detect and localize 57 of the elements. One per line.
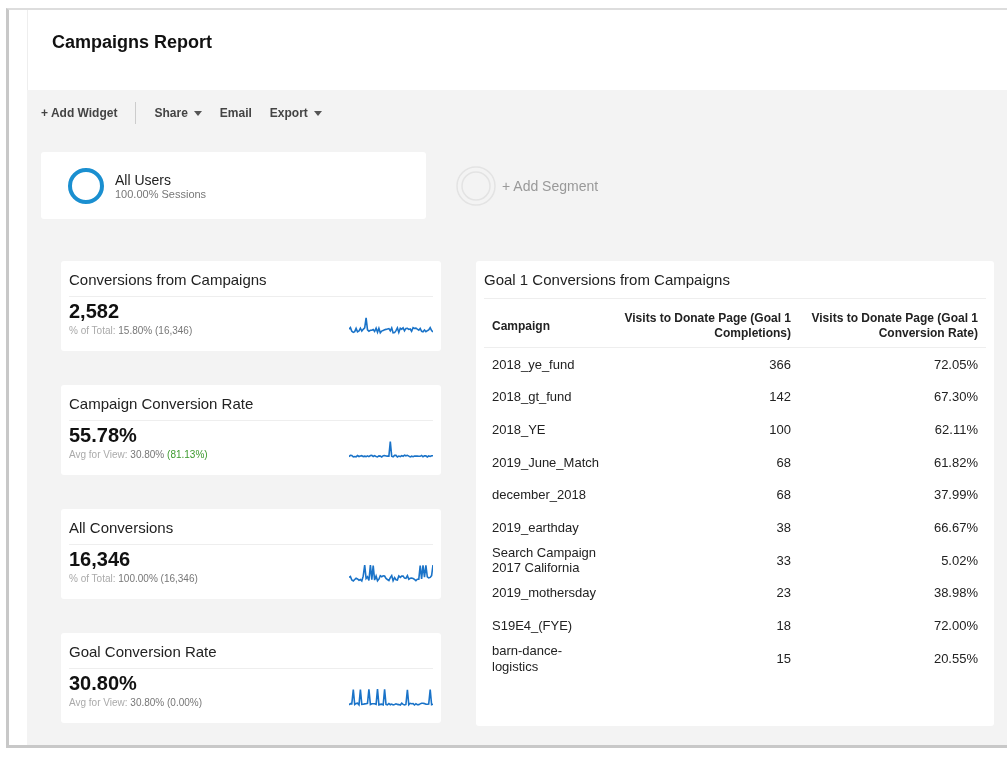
metric-value: 55.78% <box>69 424 138 447</box>
segment-detail: 100.00% Sessions <box>115 187 207 200</box>
table-cell: 2018_ye_fund <box>484 347 612 381</box>
table-cell-text: 2019_mothersday <box>491 584 598 603</box>
segment-name: All Users <box>115 171 172 188</box>
table-cell-text: 5.02% <box>940 551 979 570</box>
metric-comparison: % of Total: 15.80% (16,346) <box>69 325 193 336</box>
column-header: Visits to Donate Page (Goal 1 Completions) <box>612 299 799 348</box>
metric-title: Conversions from Campaigns <box>69 271 433 297</box>
metric-comparison: Avg for View: 30.80% (0.00%) <box>69 697 203 708</box>
table-cell-text: S19E4_(FYE) <box>491 617 574 636</box>
metric-comparison: Avg for View: 30.80% (81.13%) <box>69 449 208 460</box>
table-cell-text: 38 <box>775 519 792 537</box>
table-cell-text: 18 <box>775 617 792 636</box>
toolbar-button[interactable]: + Add Widget <box>41 106 118 120</box>
table-cell-text: 37.99% <box>932 486 979 505</box>
metric-value: 30.80% <box>69 672 138 695</box>
caret-icon <box>193 110 202 116</box>
report-title: Campaigns Report <box>52 32 214 53</box>
table-cell-text: barn-dance-logistics <box>491 642 564 675</box>
table-cell-text: 2018_YE <box>491 420 547 439</box>
metric-value: 16,346 <box>69 548 132 571</box>
table-cell: 72.05% <box>799 347 986 381</box>
table-cell-text: 33 <box>775 551 792 570</box>
table-title: Goal 1 Conversions from Campaigns <box>484 271 986 299</box>
table-cell-text: 2019_June_Match <box>491 453 600 472</box>
table-cell-text: 68 <box>775 453 792 472</box>
metric-value: 2,582 <box>69 300 121 323</box>
caret-icon <box>313 110 322 116</box>
table-cell-text: Search Campaign 2017 California <box>491 544 598 577</box>
table-cell-text: 20.55% <box>932 649 979 668</box>
table-cell-text: 68 <box>775 486 792 505</box>
table-cell-text: 15 <box>775 649 792 668</box>
table-cell-text: 62.11% <box>933 420 979 439</box>
table-cell-text: 38.98% <box>932 584 979 603</box>
table-cell-text: 67.30% <box>932 388 979 407</box>
toolbar-button[interactable]: Share <box>154 106 202 120</box>
table-cell: 366 <box>612 347 799 381</box>
column-header: Campaign <box>484 299 612 348</box>
column-header: Visits to Donate Page (Goal 1 Conversion Rate) <box>799 299 986 348</box>
segment-card[interactable]: All Users 100.00% Sessions <box>41 152 426 219</box>
table-cell-text: december_2018 <box>491 486 587 505</box>
table-cell-text: 2019_earthday <box>491 519 580 537</box>
segment-ring-icon <box>67 166 105 205</box>
table-cell-text: 142 <box>768 388 792 407</box>
metric-title: Goal Conversion Rate <box>69 643 433 669</box>
table-cell-text: 72.00% <box>932 617 979 636</box>
table-cell-text: 23 <box>775 584 792 603</box>
metric-title: Campaign Conversion Rate <box>69 395 433 421</box>
table-cell-text: 66.67% <box>932 519 979 537</box>
metric-comparison: % of Total: 100.00% (16,346) <box>69 573 198 584</box>
table-cell-text: 61.82% <box>932 453 979 472</box>
metric-title: All Conversions <box>69 519 433 545</box>
table-cell-text: 100 <box>768 420 792 439</box>
toolbar-button[interactable]: Email <box>219 106 252 120</box>
table-cell-text: 2018_gt_fund <box>491 388 573 407</box>
toolbar-button[interactable]: Export <box>269 106 322 120</box>
